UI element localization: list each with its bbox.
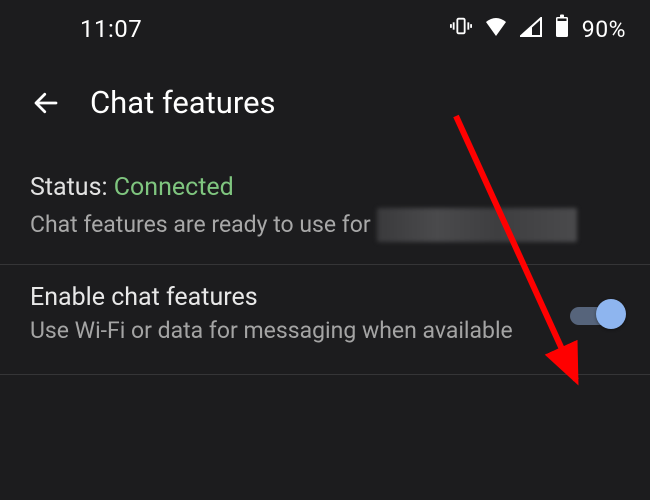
redacted-phone-number (377, 208, 577, 242)
status-section: Status: Connected Chat features are read… (0, 155, 650, 265)
enable-chat-subtitle: Use Wi-Fi or data for messaging when ava… (30, 316, 550, 346)
enable-chat-toggle[interactable] (570, 303, 620, 325)
page-title: Chat features (90, 84, 276, 121)
battery-percent: 90% (582, 16, 626, 43)
back-button[interactable] (30, 87, 62, 119)
status-label: Status: (30, 173, 108, 202)
connection-status: Status: Connected (30, 173, 620, 202)
battery-icon (554, 14, 570, 44)
enable-chat-text: Enable chat features Use Wi-Fi or data f… (30, 283, 550, 346)
wifi-icon (484, 15, 508, 43)
status-value: Connected (114, 173, 234, 202)
status-time: 11:07 (24, 15, 142, 43)
toggle-thumb (596, 299, 626, 329)
enable-chat-title: Enable chat features (30, 283, 550, 312)
status-indicators: 90% (450, 14, 626, 44)
status-subtitle-row: Chat features are ready to use for (30, 208, 620, 242)
page-header: Chat features (0, 54, 650, 155)
status-subtitle: Chat features are ready to use for (30, 209, 371, 240)
vibrate-icon (450, 15, 472, 43)
cell-signal-icon (520, 15, 542, 43)
arrow-left-icon (31, 88, 61, 118)
enable-chat-features-row[interactable]: Enable chat features Use Wi-Fi or data f… (0, 265, 650, 375)
android-status-bar: 11:07 (0, 0, 650, 54)
